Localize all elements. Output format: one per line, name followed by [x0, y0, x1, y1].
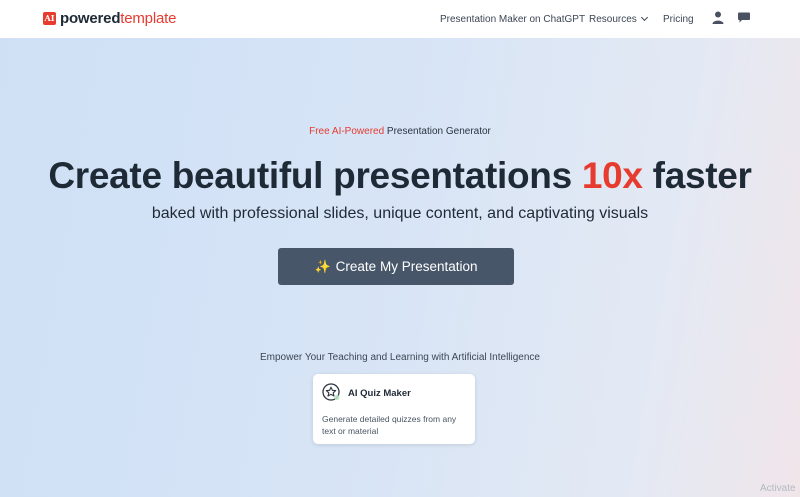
hero-eyebrow-accent: Free AI-Powered [309, 126, 385, 137]
headline-post: faster [642, 155, 752, 196]
hero-headline: Create beautiful presentations 10x faste… [0, 155, 800, 197]
nav-dropdown-resources[interactable]: Resources [589, 0, 648, 38]
nav-link-chatgpt[interactable]: Presentation Maker on ChatGPT [440, 0, 585, 38]
logo-mark: AI [43, 11, 56, 25]
create-presentation-label: Create My Presentation [335, 259, 478, 274]
brand-logo[interactable]: AI powered template [43, 9, 176, 27]
ai-quiz-maker-card[interactable]: AI Quiz Maker Generate detailed quizzes … [313, 374, 475, 444]
top-nav-bar: AI powered template Presentation Maker o… [0, 0, 800, 38]
create-presentation-button[interactable]: ✨ Create My Presentation [278, 248, 514, 285]
headline-accent: 10x [581, 155, 643, 196]
section-tagline: Empower Your Teaching and Learning with … [260, 352, 540, 363]
headline-pre: Create beautiful presentations [48, 155, 582, 196]
hero-eyebrow: Free AI-Powered Presentation Generator [0, 126, 800, 137]
chat-icon[interactable] [738, 12, 750, 23]
activate-watermark: Activate [760, 483, 796, 494]
nav-resources-label: Resources [589, 13, 637, 25]
logo-text-bold: powered [60, 9, 121, 27]
hero-eyebrow-rest: Presentation Generator [384, 126, 491, 137]
nav-link-chatgpt-label: Presentation Maker on ChatGPT [440, 13, 586, 25]
logo-text-accent: template [120, 9, 177, 27]
nav-link-pricing[interactable]: Pricing [663, 0, 694, 38]
card-title: AI Quiz Maker [348, 388, 411, 399]
hero-subheadline: baked with professional slides, unique c… [151, 205, 649, 222]
sparkles-icon: ✨ [314, 258, 331, 274]
chevron-down-icon [640, 13, 648, 22]
star-badge-icon [322, 383, 340, 401]
card-description: Generate detailed quizzes from any text … [322, 414, 457, 436]
nav-pricing-label: Pricing [663, 13, 694, 25]
user-icon[interactable] [712, 11, 724, 24]
